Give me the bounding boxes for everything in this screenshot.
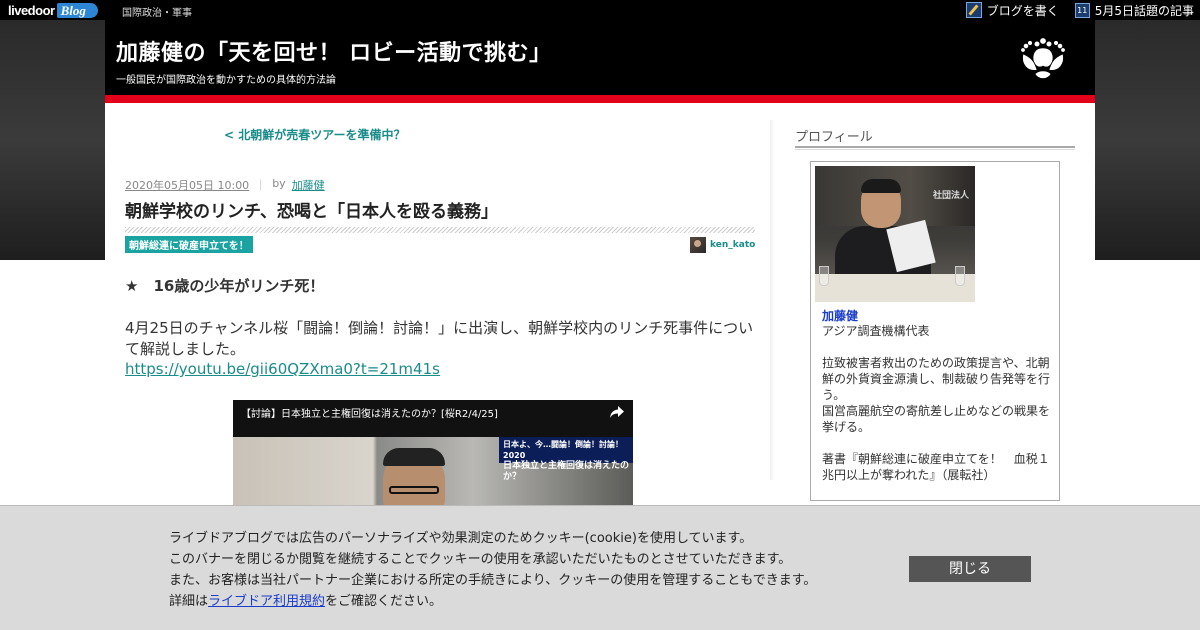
header-accent-bar — [105, 95, 1095, 103]
topbar-actions: ブログを書く 11 5月5日話題の記事 — [965, 1, 1194, 19]
post-category-tag[interactable]: 朝鮮総連に破産申立てを！ — [125, 236, 253, 253]
livedoor-blog-logo[interactable]: livedoor Blog — [8, 1, 98, 19]
terms-of-use-link[interactable]: ライブドア利用規約 — [208, 594, 325, 609]
post-date[interactable]: 2020年05月05日 10:00 — [125, 177, 249, 193]
photo-table — [815, 274, 975, 302]
blog-title[interactable]: 加藤健の「天を回せ！ ロビー活動で挑む」 — [116, 35, 552, 67]
post-title[interactable]: 朝鮮学校のリンチ、恐喝と「日本人を殴る義務」 — [125, 197, 498, 222]
write-blog-button[interactable]: ブログを書く — [965, 2, 1059, 19]
video-person-hair — [383, 448, 445, 466]
embedded-video[interactable]: 【討論】日本独立と主権回復は消えたのか？[桜R2/4/25] 日本よ、今…闘論！… — [233, 400, 633, 510]
blog-description: 一般国民が国際政治を動かすための具体的方法論 — [116, 75, 336, 86]
previous-post-link[interactable]: < 北朝鮮が売春ツアーを準備中？ — [224, 126, 406, 143]
video-title: 【討論】日本独立と主権回復は消えたのか？[桜R2/4/25] — [241, 409, 498, 420]
cookie-banner: ライブドアブログでは広告のパーソナライズや効果測定のためクッキー(cookie)… — [0, 505, 1200, 630]
cookie-line-3: また、お客様は当社パートナー企業における所定の手続きにより、クッキーの使用を管理… — [169, 573, 817, 588]
sidebar-profile-title: プロフィール — [795, 130, 873, 145]
photo-glass — [819, 266, 829, 286]
post-paragraph: 4月25日のチャンネル桜「闘論！倒論！討論！」に出演し、朝鮮学校内のリンチ死事件… — [125, 319, 754, 358]
profile-photo[interactable]: 社団法人 — [815, 166, 975, 302]
author-id: ken_kato — [710, 240, 756, 250]
post-subheading: ★ 16歳の少年がリンチ死！ — [125, 277, 325, 295]
column-divider — [770, 120, 775, 480]
cookie-line-2: このバナーを閉じるか閲覧を継続することでクッキーの使用を承認いただいたものとさせ… — [169, 552, 792, 567]
cookie-line-4-suffix: をご確認ください。 — [325, 594, 443, 609]
blog-category-link[interactable]: 国際政治・軍事 — [122, 4, 192, 19]
calendar-icon: 11 — [1074, 2, 1090, 18]
write-blog-label: ブログを書く — [986, 3, 1059, 18]
photo-sign-text: 社団法人 — [933, 191, 970, 201]
photo-hair — [861, 179, 901, 193]
logo-blog-text: Blog — [56, 2, 98, 18]
cookie-text: ライブドアブログでは広告のパーソナライズや効果測定のためクッキー(cookie)… — [169, 528, 889, 612]
cookie-line-1: ライブドアブログでは広告のパーソナライズや効果測定のためクッキー(cookie)… — [169, 531, 753, 546]
youtube-link[interactable]: https://youtu.be/gii60QZXma0?t=21m41s — [125, 360, 440, 378]
profile-description: アジア調査機構代表 拉致被害者救出のための政策提言や、北朝鮮の外貨資金源潰し、制… — [822, 324, 1051, 482]
video-banner-line1: 日本よ、今…闘論！倒論！討論！2020 — [503, 440, 623, 460]
video-person-glasses — [389, 486, 439, 494]
cookie-line-4-prefix: 詳細は — [169, 594, 209, 609]
meta-separator: ｜ — [255, 179, 267, 192]
post-meta: 2020年05月05日 10:00 ｜ by 加藤健 — [125, 177, 325, 193]
author-badge[interactable]: ken_kato — [690, 237, 755, 253]
livedoor-topbar: livedoor Blog 国際政治・軍事 ブログを書く 11 5月5日話題の記… — [0, 0, 1200, 20]
meta-by: by — [272, 177, 286, 190]
share-icon[interactable] — [610, 406, 624, 418]
trending-articles-label: 5月5日話題の記事 — [1094, 3, 1194, 18]
logo-livedoor-text: livedoor — [8, 2, 55, 18]
title-underline — [125, 227, 755, 233]
trending-articles-link[interactable]: 11 5月5日話題の記事 — [1074, 2, 1194, 19]
cookie-close-button[interactable]: 閉じる — [909, 556, 1031, 582]
paulownia-crest-icon — [1020, 37, 1066, 79]
profile-name-link[interactable]: 加藤健 — [822, 307, 858, 324]
photo-glass — [955, 266, 965, 286]
cookie-line-4: 詳細はライブドア利用規約をご確認ください。 — [169, 591, 889, 612]
sidebar-title-rule — [795, 146, 1075, 150]
pencil-icon — [965, 2, 982, 18]
profile-box: 社団法人 加藤健 アジア調査機構代表 拉致被害者救出のための政策提言や、北朝鮮の… — [810, 161, 1060, 501]
post-author-link[interactable]: 加藤健 — [292, 177, 325, 193]
blog-header: 加藤健の「天を回せ！ ロビー活動で挑む」 一般国民が国際政治を動かすための具体的… — [105, 20, 1095, 95]
video-banner: 日本よ、今…闘論！倒論！討論！2020 日本独立と主権回復は消えたのか？ — [499, 437, 633, 482]
author-avatar — [690, 237, 706, 253]
video-banner-line2: 日本独立と主権回復は消えたのか？ — [503, 461, 630, 482]
